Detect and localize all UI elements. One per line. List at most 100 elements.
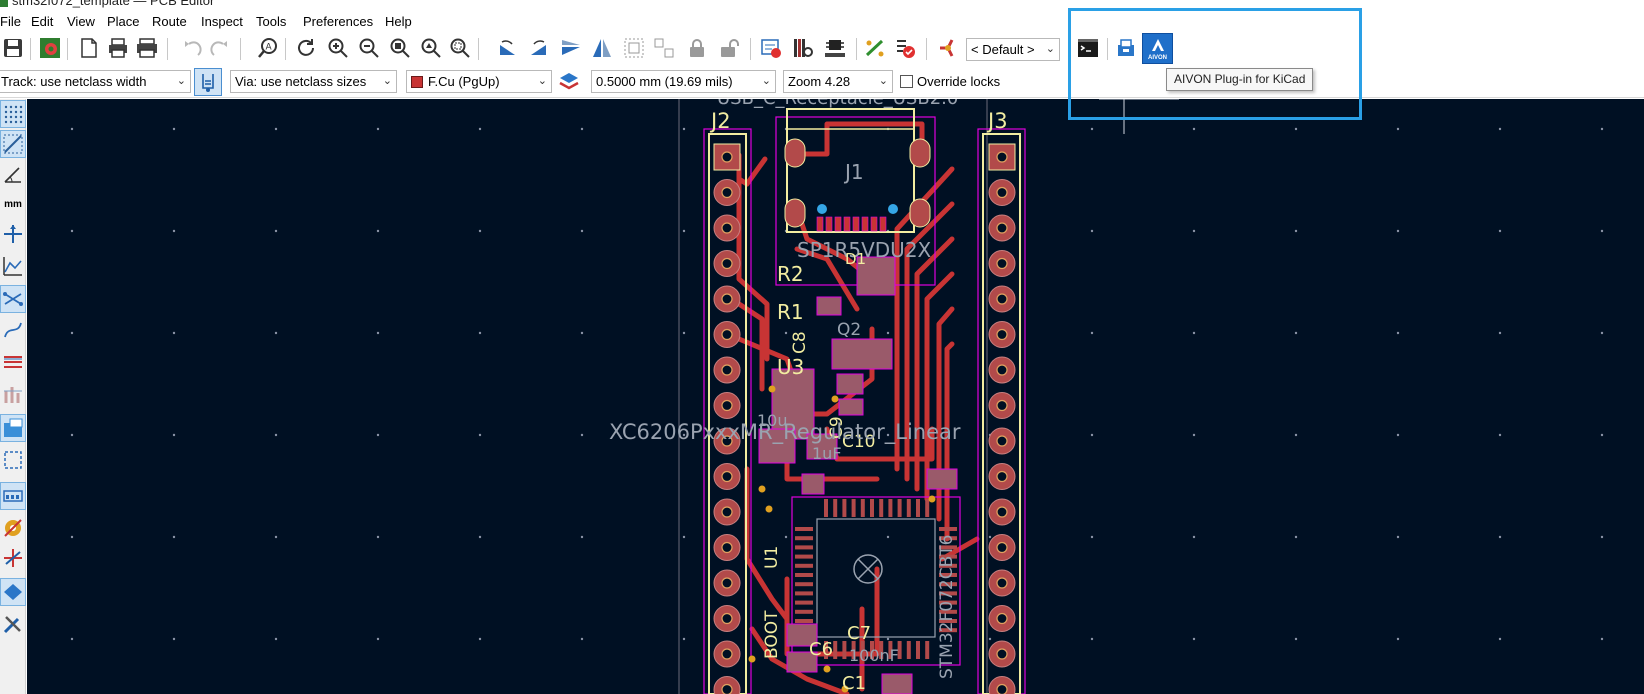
grid-dot [1294, 127, 1298, 131]
print-button[interactable] [105, 35, 131, 61]
pin-hole [721, 364, 733, 376]
track-width-select[interactable]: Track: use netclass width ⌄ [0, 70, 191, 93]
via-size-select[interactable]: Via: use netclass sizes ⌄ [230, 70, 397, 93]
menu-help[interactable]: Help [385, 14, 412, 29]
net-highlight-button[interactable] [1, 349, 25, 375]
boot-label: BOOT [762, 610, 782, 659]
chevron-down-icon: ⌄ [761, 75, 771, 87]
rotate-cw-button[interactable] [526, 35, 552, 61]
toolbar-separator [240, 38, 241, 60]
grid-select[interactable]: 0.5000 mm (19.69 mils) ⌄ [591, 70, 776, 93]
mirror-button[interactable] [589, 35, 615, 61]
pad-display-button[interactable] [0, 482, 26, 510]
qfp-pad [795, 609, 813, 614]
zoom-objects-button[interactable] [418, 35, 444, 61]
mirror-icon [593, 39, 611, 57]
pin-hole [996, 328, 1008, 341]
qfp-pad [824, 499, 828, 517]
grid-dot [1396, 331, 1400, 335]
page-settings-button[interactable] [76, 35, 102, 61]
grid-dot [1192, 331, 1196, 335]
plugin-tooltip: AIVON Plug-in for KiCad [1166, 68, 1314, 91]
cursor-button[interactable] [1, 221, 25, 247]
menu-place[interactable]: Place [107, 14, 140, 29]
zoom-in-button[interactable] [325, 35, 351, 61]
board-setup-button[interactable] [37, 35, 63, 61]
undo-button[interactable] [180, 35, 206, 61]
pin-hole [721, 186, 733, 199]
pcb-layout-view[interactable]: USB_C_Receptacle_USB2.0 J2 J3 J1 SP1R5VD… [27, 99, 1644, 694]
zoom-fit-button[interactable] [387, 35, 413, 61]
route-mode-button[interactable] [936, 35, 962, 61]
zoom-out-button[interactable] [356, 35, 382, 61]
menu-route[interactable]: Route [152, 14, 187, 29]
zone-outline-button[interactable] [1, 447, 25, 473]
grid-dot [172, 229, 176, 233]
auto-track-width-button[interactable] [194, 68, 222, 96]
drc-button[interactable] [892, 35, 918, 61]
plot-button[interactable] [134, 35, 160, 61]
qfp-pad [795, 527, 813, 531]
redo-button[interactable] [206, 35, 232, 61]
menu-file[interactable]: File [0, 14, 21, 29]
zoom-selection-button[interactable] [447, 35, 473, 61]
grid-dot [886, 331, 890, 335]
properties-manager-button[interactable] [1, 611, 25, 637]
layer-select[interactable]: F.Cu (PgUp) ⌄ [406, 70, 552, 93]
update-pcb-button[interactable] [758, 35, 784, 61]
unlock-button[interactable] [716, 35, 742, 61]
menu-tools[interactable]: Tools [256, 14, 286, 29]
find-button[interactable]: A [255, 35, 281, 61]
refresh-button[interactable] [293, 35, 319, 61]
viewport-select[interactable]: < Default > ⌄ [966, 38, 1060, 61]
pcb-canvas[interactable]: USB_C_Receptacle_USB2.0 J2 J3 J1 SP1R5VD… [27, 99, 1644, 694]
pin-hole [721, 683, 733, 694]
high-contrast-button[interactable] [1, 545, 25, 571]
units-button[interactable]: mm [1, 191, 25, 217]
layers-manager-button[interactable] [0, 578, 26, 606]
curved-ratsnest-button[interactable] [1, 317, 25, 343]
menu-inspect[interactable]: Inspect [201, 14, 243, 29]
grid-overrides-button[interactable] [0, 130, 26, 158]
page-icon [81, 38, 97, 58]
flip-icon [562, 40, 580, 55]
ungroup-button[interactable] [651, 35, 677, 61]
cap-100n-label: 100nF [849, 646, 899, 665]
pin-hole [996, 470, 1008, 483]
rotate-ccw-button[interactable] [494, 35, 520, 61]
menu-view[interactable]: View [67, 14, 95, 29]
pin-hole [996, 293, 1008, 305]
group-icon [624, 38, 644, 58]
flip-button[interactable] [558, 35, 584, 61]
track-angle-button[interactable] [1, 253, 25, 279]
undo-icon [185, 41, 202, 56]
save-button[interactable] [0, 35, 26, 61]
lock-button[interactable] [684, 35, 710, 61]
qfp-pad [795, 563, 813, 568]
show-ratsnest-button[interactable] [862, 35, 888, 61]
group-button[interactable] [621, 35, 647, 61]
grid-value: 0.5000 mm (19.69 mils) [596, 74, 733, 89]
zoom-select[interactable]: Zoom 4.28 ⌄ [783, 70, 893, 93]
c6-label: C6 [809, 639, 833, 660]
toolbar-separator [285, 38, 286, 60]
footprint-browser-button[interactable] [790, 35, 816, 61]
footprint-editor-button[interactable] [822, 35, 848, 61]
track-outline-button[interactable] [1, 381, 25, 407]
override-locks-checkbox[interactable] [900, 75, 913, 88]
override-locks-label: Override locks [917, 74, 1001, 89]
show-ratsnest-toggle[interactable] [0, 285, 26, 313]
menu-preferences[interactable]: Preferences [303, 14, 373, 29]
grid-dot [580, 637, 584, 641]
menu-edit[interactable]: Edit [31, 14, 53, 29]
grid-dot [1600, 229, 1604, 233]
via-display-button[interactable] [1, 515, 25, 541]
qfp-pad [833, 499, 838, 517]
grid-toggle-button[interactable] [0, 100, 26, 128]
polar-coords-button[interactable] [1, 161, 25, 187]
layer-pair-button[interactable] [556, 69, 582, 95]
zone-fill-button[interactable] [0, 414, 26, 442]
grid-dot [70, 229, 74, 233]
c8-label: C8 [790, 331, 810, 354]
highlight-box [1068, 8, 1362, 120]
